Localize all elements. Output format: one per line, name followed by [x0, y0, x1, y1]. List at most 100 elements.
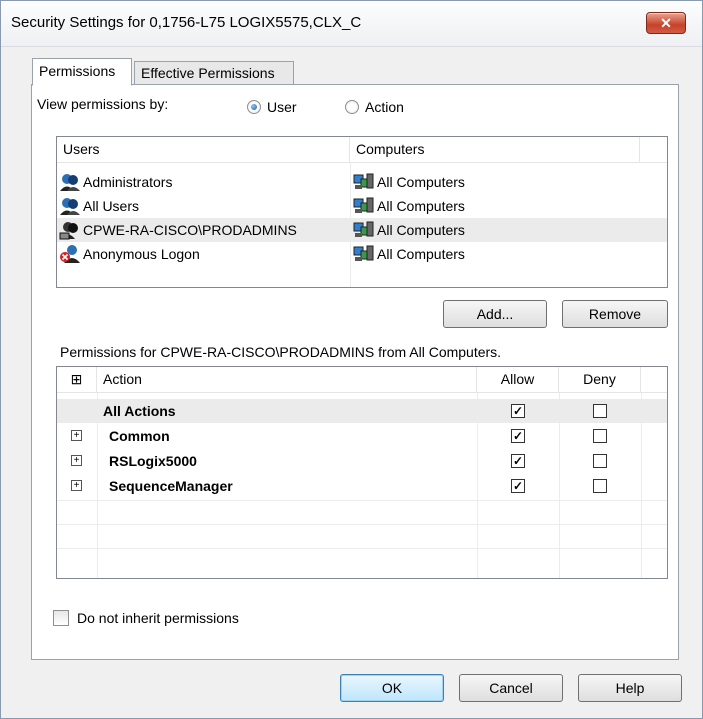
- radio-user[interactable]: User: [247, 99, 297, 115]
- expand-glyph: +: [73, 480, 80, 491]
- remove-button[interactable]: Remove: [562, 300, 668, 328]
- do-not-inherit-checkbox[interactable]: [53, 610, 69, 626]
- deny-checkbox[interactable]: [593, 479, 607, 493]
- ok-button[interactable]: OK: [340, 674, 444, 702]
- column-header-allow[interactable]: Allow: [477, 367, 559, 393]
- security-settings-dialog: Security Settings for 0,1756-L75 LOGIX55…: [0, 0, 703, 719]
- user-group-icon: [59, 196, 81, 216]
- check-icon: ✓: [512, 404, 524, 418]
- grid-line: [57, 524, 667, 525]
- tab-permissions-label: Permissions: [39, 63, 116, 79]
- permissions-list-header: ⊞ Action Allow Deny: [57, 367, 667, 393]
- computers-icon: [353, 196, 375, 216]
- action-label: RSLogix5000: [109, 453, 197, 469]
- deny-column-label: Deny: [583, 371, 616, 387]
- action-name: All Actions: [103, 399, 176, 423]
- expand-glyph: +: [73, 455, 80, 466]
- computer-name: All Computers: [377, 222, 465, 238]
- column-header-action[interactable]: Action: [97, 367, 477, 393]
- check-icon: ✓: [512, 454, 524, 468]
- user-cell: Administrators: [59, 170, 172, 194]
- expand-glyph: +: [73, 430, 80, 441]
- expand-icon[interactable]: +: [71, 430, 82, 441]
- computer-name: All Computers: [377, 174, 465, 190]
- user-cell: All Users: [59, 194, 139, 218]
- user-group-icon: [59, 172, 81, 192]
- action-name: RSLogix5000: [109, 449, 197, 473]
- computer-cell: All Computers: [353, 218, 465, 242]
- action-name: SequenceManager: [109, 474, 233, 498]
- computers-icon: [353, 220, 375, 240]
- denied-user-icon: [59, 244, 81, 264]
- ok-button-label: OK: [381, 680, 403, 696]
- close-button[interactable]: ✕: [646, 12, 686, 34]
- do-not-inherit-label: Do not inherit permissions: [77, 610, 239, 626]
- tab-effective-permissions[interactable]: Effective Permissions: [134, 61, 294, 85]
- allow-checkbox[interactable]: ✓: [511, 404, 525, 418]
- radio-user-indicator[interactable]: [247, 100, 261, 114]
- users-list-header: Users Computers: [57, 137, 667, 163]
- action-label: SequenceManager: [109, 478, 233, 494]
- title-bar[interactable]: Security Settings for 0,1756-L75 LOGIX55…: [1, 1, 702, 47]
- radio-user-label: User: [267, 99, 297, 115]
- action-label: All Actions: [103, 403, 176, 419]
- allow-checkbox[interactable]: ✓: [511, 454, 525, 468]
- close-icon: ✕: [660, 15, 672, 31]
- action-column-label: Action: [103, 371, 142, 387]
- permission-row-rslogix5000[interactable]: + RSLogix5000 ✓: [57, 449, 667, 473]
- user-cell: CPWE-RA-CISCO\PRODADMINS: [59, 218, 297, 242]
- cancel-button[interactable]: Cancel: [459, 674, 563, 702]
- user-name: All Users: [83, 198, 140, 214]
- list-item[interactable]: Administrators All Computers: [57, 170, 667, 194]
- tab-permissions[interactable]: Permissions: [32, 58, 132, 86]
- expand-all-icon: ⊞: [70, 371, 83, 387]
- computer-cell: All Computers: [353, 170, 465, 194]
- allow-checkbox[interactable]: ✓: [511, 429, 525, 443]
- computers-column-label: Computers: [356, 141, 425, 157]
- list-item[interactable]: All Users All Computers: [57, 194, 667, 218]
- computers-icon: [353, 244, 375, 264]
- user-name: CPWE-RA-CISCO\PRODADMINS: [83, 222, 297, 238]
- window-title: Security Settings for 0,1756-L75 LOGIX55…: [11, 14, 362, 31]
- user-name: Anonymous Logon: [83, 246, 200, 262]
- grid-line: [57, 548, 667, 549]
- list-item[interactable]: Anonymous Logon All Computers: [57, 242, 667, 266]
- column-header-computers[interactable]: Computers: [350, 137, 640, 163]
- cancel-button-label: Cancel: [489, 680, 533, 696]
- deny-checkbox[interactable]: [593, 429, 607, 443]
- permission-row-sequencemanager[interactable]: + SequenceManager ✓: [57, 474, 667, 498]
- column-header-deny[interactable]: Deny: [559, 367, 641, 393]
- expand-icon[interactable]: +: [71, 480, 82, 491]
- column-header-users[interactable]: Users: [57, 137, 350, 163]
- radio-action[interactable]: Action: [345, 99, 404, 115]
- action-name: Common: [109, 424, 170, 448]
- help-button-label: Help: [615, 680, 645, 696]
- column-header-expand[interactable]: ⊞: [57, 367, 97, 393]
- help-button[interactable]: Help: [578, 674, 682, 702]
- user-name: Administrators: [83, 174, 173, 190]
- deny-checkbox[interactable]: [593, 454, 607, 468]
- radio-action-indicator[interactable]: [345, 100, 359, 114]
- remove-button-label: Remove: [588, 306, 642, 322]
- tab-effective-permissions-label: Effective Permissions: [141, 65, 275, 81]
- computer-name: All Computers: [377, 198, 465, 214]
- permissions-list[interactable]: ⊞ Action Allow Deny All Actions ✓ + Comm…: [56, 366, 668, 579]
- permission-row-all-actions[interactable]: All Actions ✓: [57, 399, 667, 423]
- computers-icon: [353, 172, 375, 192]
- grid-line: [57, 500, 667, 501]
- check-icon: ✓: [512, 429, 524, 443]
- list-item-selected[interactable]: CPWE-RA-CISCO\PRODADMINS All Computers: [57, 218, 667, 242]
- radio-action-label: Action: [365, 99, 404, 115]
- allow-checkbox[interactable]: ✓: [511, 479, 525, 493]
- permission-row-common[interactable]: + Common ✓: [57, 424, 667, 448]
- network-group-icon: [59, 220, 81, 240]
- allow-column-label: Allow: [500, 371, 535, 387]
- deny-checkbox[interactable]: [593, 404, 607, 418]
- action-label: Common: [109, 428, 170, 444]
- computer-name: All Computers: [377, 246, 465, 262]
- users-list[interactable]: Users Computers Administrators All Compu…: [56, 136, 668, 288]
- expand-icon[interactable]: +: [71, 455, 82, 466]
- computer-cell: All Computers: [353, 194, 465, 218]
- add-button[interactable]: Add...: [443, 300, 547, 328]
- user-cell: Anonymous Logon: [59, 242, 200, 266]
